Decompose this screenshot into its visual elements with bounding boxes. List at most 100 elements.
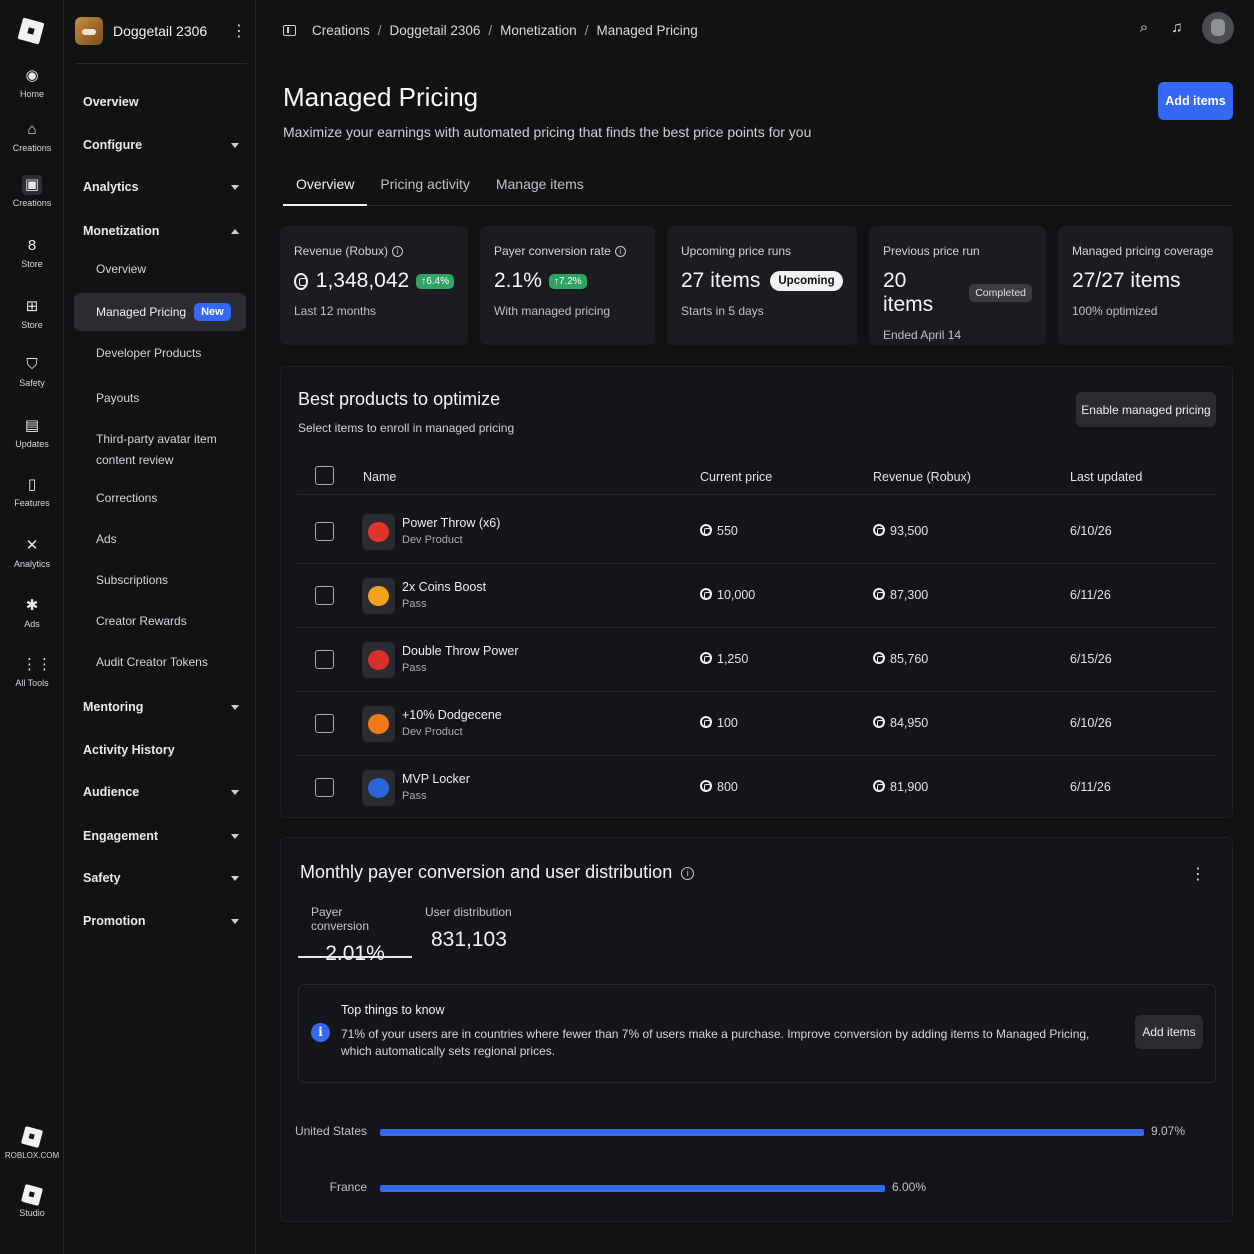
product-name[interactable]: Power Throw (x6) [402,516,500,530]
sidebar-sub-corrections[interactable]: Corrections [96,488,241,509]
trend-badge: ↑6.4% [416,273,454,289]
tab-overview[interactable]: Overview [283,168,368,206]
tab-manage-items[interactable]: Manage items [483,168,597,206]
rail-updates[interactable]: ▤ Updates [0,416,64,449]
rail-studio[interactable]: Studio [0,1183,64,1218]
robux-icon [700,652,712,664]
rail-store[interactable]: 8 Store [0,236,64,269]
select-all-checkbox[interactable] [315,466,334,485]
product-name[interactable]: MVP Locker [402,772,470,786]
sidebar-sub-ads[interactable]: Ads [96,529,241,550]
sidebar-item-analytics[interactable]: Analytics [83,180,239,194]
product-image [368,522,389,542]
rail-analytics[interactable]: ✕ Analytics [0,536,64,569]
robux-icon [700,588,712,600]
sidebar-sub-subscriptions[interactable]: Subscriptions [96,570,241,591]
row-checkbox[interactable] [315,650,334,669]
stat-coverage: Managed pricing coverage 27/27 items 100… [1058,226,1233,345]
sidebar-sub-managed-pricing[interactable]: Managed Pricing New [74,293,246,331]
features-icon: ▯ [27,476,37,493]
table-header: Name Current price Revenue (Robux) Last … [298,455,1216,495]
sidebar-item-promotion[interactable]: Promotion [83,914,239,928]
stat-payer-conversion: Payer conversion rate i 2.1% ↑7.2% With ma… [480,226,655,345]
info-icon[interactable]: i [392,245,404,257]
robux-icon [873,588,885,600]
roblox-logo-icon [20,1125,44,1149]
breadcrumb-creations[interactable]: Creations [312,23,370,38]
tab-payer-conversion[interactable]: Payer conversion 2.01% [298,901,412,965]
sidebar-sub-developer-products[interactable]: Developer Products [96,343,241,364]
table-row[interactable]: MVP Locker Pass 800 81,900 6/11/26 [298,756,1216,820]
robux-icon [294,272,308,290]
more-options-icon[interactable]: ⋮ [1190,864,1206,884]
last-updated: 6/10/26 [1070,716,1112,730]
chevron-down-icon [231,875,239,881]
best-products-card: Best products to optimize Select items t… [280,366,1233,818]
stat-coverage-value: 27/27 items [1072,269,1181,292]
creations-icon: ⌂ [27,121,37,138]
row-checkbox[interactable] [315,778,334,797]
rail-features[interactable]: ▯ Features [0,475,64,508]
stat-revenue: Revenue (Robux) i 1,348,042 ↑6.4% Last 12 … [280,226,468,345]
rail-ads[interactable]: ✱ Ads [0,596,64,629]
rail-creations-active[interactable]: ▣ Creations [0,175,64,208]
roblox-logo-icon[interactable] [17,17,45,45]
product-name[interactable]: +10% Dodgecene [402,708,502,722]
sidebar-item-monetization[interactable]: Monetization [83,224,239,238]
info-filled-icon: i [311,1023,330,1042]
notice-add-items-button[interactable]: Add items [1135,1015,1203,1049]
sidebar-item-activity-history[interactable]: Activity History [83,743,239,757]
sidebar-sub-audit-tokens[interactable]: Audit Creator Tokens [96,652,241,673]
rail-all-tools[interactable]: ⋮⋮ All Tools [0,655,64,688]
row-checkbox[interactable] [315,714,334,733]
rail-home[interactable]: ◉ Home [0,66,64,99]
product-name[interactable]: 2x Coins Boost [402,580,486,594]
product-type: Pass [402,790,427,802]
best-products-subtitle: Select items to enroll in managed pricin… [298,421,515,435]
more-options-icon[interactable]: ⋮ [231,21,247,41]
sidebar-sub-payouts[interactable]: Payouts [96,388,241,409]
bell-icon[interactable]: ♫ [1168,19,1186,37]
sidebar-item-overview[interactable]: Overview [83,95,239,109]
rail-safety[interactable]: ⛉ Safety [0,355,64,388]
add-items-button[interactable]: Add items [1158,82,1233,120]
tab-pricing-activity[interactable]: Pricing activity [367,168,482,206]
table-row[interactable]: Double Throw Power Pass 1,250 85,760 6/15/26 [298,628,1216,692]
sidebar-item-configure[interactable]: Configure [83,138,239,152]
notice-title: Top things to know [341,1003,445,1017]
row-checkbox[interactable] [315,522,334,541]
sidebar-sub-third-party-review[interactable]: Third-party avatar item content review [96,429,241,471]
sidebar-item-engagement[interactable]: Engagement [83,829,239,843]
info-icon[interactable]: i [681,867,695,880]
last-updated: 6/11/26 [1070,780,1111,794]
sidebar-toggle-icon[interactable] [283,24,296,36]
search-icon[interactable]: ⌕ [1135,19,1153,37]
breadcrumb-experience[interactable]: Doggetail 2306 [390,23,481,38]
sidebar-sub-overview[interactable]: Overview [96,259,241,280]
breadcrumb-monetization[interactable]: Monetization [500,23,577,38]
enable-managed-pricing-button[interactable]: Enable managed pricing [1076,392,1216,427]
rail-creations[interactable]: ⌂ Creations [0,120,64,153]
tab-user-distribution[interactable]: User distribution 831,103 [412,901,525,958]
icon-rail: ◉ Home ⌂ Creations ▣ Creations 8 Store ⊞ Stor… [0,0,64,1254]
chevron-down-icon [231,833,239,839]
sidebar-item-audience[interactable]: Audience [83,785,239,799]
sidebar-item-safety[interactable]: Safety [83,871,239,885]
rail-store-bag[interactable]: ⊞ Store [0,297,64,330]
sidebar-item-mentoring[interactable]: Mentoring [83,700,239,714]
product-name[interactable]: Double Throw Power [402,644,519,658]
sidebar: Doggetail 2306 ⋮ Overview Configure Anal… [65,0,256,1254]
table-row[interactable]: 2x Coins Boost Pass 10,000 87,300 6/11/26 [298,564,1216,628]
sidebar-sub-creator-rewards[interactable]: Creator Rewards [96,611,241,632]
row-checkbox[interactable] [315,586,334,605]
table-row[interactable]: Power Throw (x6) Dev Product 550 93,500 6/10… [298,500,1216,564]
current-price: 100 [700,716,738,730]
rail-roblox-com[interactable]: ROBLOX.COM [0,1125,64,1160]
product-thumbnail [362,706,395,742]
user-avatar[interactable] [1202,12,1234,44]
ads-icon: ✱ [25,597,39,614]
robux-icon [873,716,885,728]
table-row[interactable]: +10% Dodgecene Dev Product 100 84,950 6/10/2… [298,692,1216,756]
info-icon[interactable]: i [614,245,626,257]
experience-header[interactable]: Doggetail 2306 ⋮ [75,14,247,48]
